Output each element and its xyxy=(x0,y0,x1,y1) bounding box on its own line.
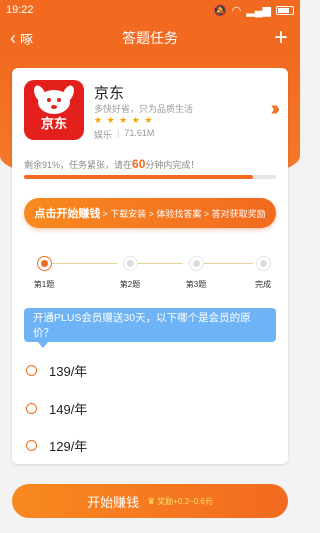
step-2: 第2题 xyxy=(110,256,150,290)
app-size: 71.61M xyxy=(124,128,155,138)
radio-icon xyxy=(26,403,37,414)
step-label: 第3题 xyxy=(185,280,207,289)
rating-stars: ★ ★ ★ ★ ★ xyxy=(94,115,154,125)
question-text: 开通PLUS会员赠送30天，以下哪个是会员的原价？ xyxy=(33,312,251,339)
page-title: 答题任务 xyxy=(122,30,178,46)
top-nav: ‹ 啄 答题任务 + xyxy=(0,20,300,56)
option-label: 129/年 xyxy=(49,439,88,454)
app-category: 娱乐 xyxy=(94,130,113,140)
wifi-icon: ◠ xyxy=(231,4,242,17)
step-dot xyxy=(188,256,204,271)
start-earning-button[interactable]: 开始赚钱 ♛ 奖励+0.2~0.6元 xyxy=(12,484,288,518)
banner-title: 点击开始赚钱 xyxy=(34,208,101,220)
step-1: 第1题 xyxy=(24,256,64,290)
task-card: 京东 京东 多快好省，只为品质生活 ★ ★ ★ ★ ★ 娱乐 | 71.61M … xyxy=(12,68,288,464)
question-steps: 第1题 第2题 第3题 完成 xyxy=(24,256,276,296)
app-icon: 京东 xyxy=(24,80,84,140)
step-dot xyxy=(122,256,138,271)
progress-minutes: 60 xyxy=(132,157,146,171)
chevron-left-icon: ‹ xyxy=(10,28,16,48)
banner-steps: > 下载安装 > 体验找答案 > 答对获取奖励 xyxy=(102,208,266,219)
app-name: 京东 xyxy=(94,85,125,102)
step-label: 第1题 xyxy=(33,280,55,289)
answer-option[interactable]: 139/年 xyxy=(26,361,87,380)
app-description: 多快好省，只为品质生活 xyxy=(94,104,194,114)
step-done: 完成 xyxy=(243,256,283,290)
step-dot xyxy=(255,256,271,271)
status-time: 19:22 xyxy=(6,4,34,16)
meta-divider: | xyxy=(117,128,120,138)
app-meta: 娱乐 | 71.61M xyxy=(94,128,154,141)
question-bubble: 开通PLUS会员赠送30天，以下哪个是会员的原价？ xyxy=(24,308,276,348)
answer-option[interactable]: 149/年 xyxy=(26,399,87,418)
app-info[interactable]: 京东 京东 多快好省，只为品质生活 ★ ★ ★ ★ ★ 娱乐 | 71.61M … xyxy=(24,80,281,142)
step-3: 第3题 xyxy=(176,256,216,290)
radio-icon xyxy=(26,440,37,451)
step-dot xyxy=(36,256,52,271)
plus-icon[interactable]: + xyxy=(240,26,300,50)
option-label: 149/年 xyxy=(49,402,88,417)
progress-fill xyxy=(24,175,254,179)
back-label: 啄 xyxy=(20,31,34,47)
reward-badge: ♛ 奖励+0.2~0.6元 xyxy=(147,496,213,507)
step-label: 完成 xyxy=(255,280,271,289)
progress-text: 剩余91%，任务紧张，请在60分钟内完成！ xyxy=(24,157,199,171)
answer-option[interactable]: 129/年 xyxy=(26,436,87,455)
start-button-label: 开始赚钱 xyxy=(87,494,140,510)
status-icons: 🔕 ◠ ▂▄▆ xyxy=(213,4,294,17)
progress-prefix: 剩余91%，任务紧张，请在 xyxy=(24,160,133,170)
battery-icon xyxy=(276,5,294,15)
radio-icon xyxy=(26,365,37,376)
step-label: 第2题 xyxy=(119,280,141,289)
progress-suffix: 分钟内完成！ xyxy=(145,160,200,170)
progress-bar xyxy=(24,175,276,179)
option-label: 139/年 xyxy=(49,364,88,379)
reward-text: 奖励+0.2~0.6元 xyxy=(157,496,213,506)
signal-icon: ▂▄▆ xyxy=(246,4,271,17)
double-chevron-right-icon[interactable]: ›› xyxy=(271,98,281,121)
start-earning-banner[interactable]: 点击开始赚钱 > 下载安装 > 体验找答案 > 答对获取奖励 xyxy=(24,198,276,228)
back-button[interactable]: ‹ 啄 xyxy=(0,29,60,48)
status-bar: 19:22 🔕 ◠ ▂▄▆ xyxy=(0,0,300,20)
app-icon-text: 京东 xyxy=(40,116,67,131)
mute-icon: 🔕 xyxy=(212,4,227,17)
coin-icon: ♛ xyxy=(147,495,156,506)
